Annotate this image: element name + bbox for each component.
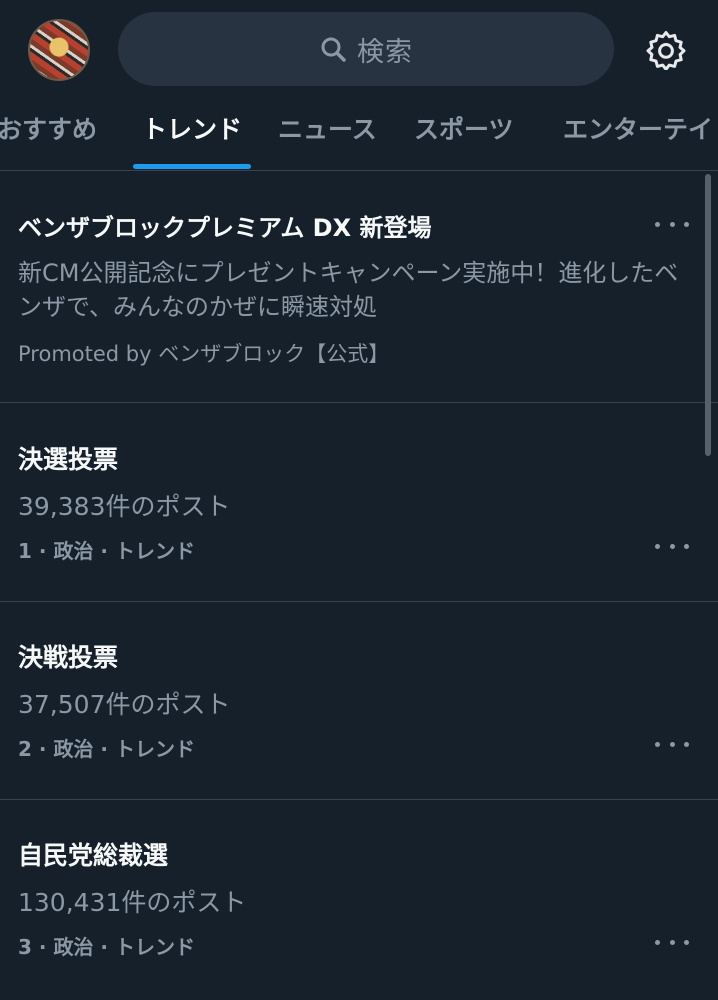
more-options-icon[interactable] <box>655 216 689 232</box>
trend-item[interactable]: 決戦投票 37,507件のポスト 2 · 政治 · トレンド <box>0 602 718 800</box>
profile-avatar[interactable] <box>28 19 90 81</box>
active-tab-indicator <box>133 164 251 169</box>
explore-tabs: おすすめ トレンド ニュース スポーツ エンターテイ <box>0 96 718 171</box>
trend-list: ベンザブロックプレミアム DX 新登場 新CM公開記念にプレゼントキャンペーン実… <box>0 172 718 1000</box>
promoted-title: ベンザブロックプレミアム DX 新登場 <box>18 214 432 242</box>
tab-news[interactable]: ニュース <box>278 110 377 150</box>
tab-sports[interactable]: スポーツ <box>414 110 514 150</box>
more-options-icon[interactable] <box>655 538 689 554</box>
trend-title: 決戦投票 <box>18 643 119 672</box>
gear-icon <box>646 31 686 70</box>
top-header: 検索 <box>0 0 718 96</box>
trend-item[interactable]: 自民党総裁選 130,431件のポスト 3 · 政治 · トレンド <box>0 800 718 998</box>
trend-meta: 2 · 政治 · トレンド <box>18 737 195 761</box>
tab-recommended[interactable]: おすすめ <box>0 110 97 150</box>
promoted-description: 新CM公開記念にプレゼントキャンペーン実施中！進化したベンザで、みんなのかぜに瞬… <box>18 259 679 321</box>
trend-meta: 1 · 政治 · トレンド <box>18 539 195 563</box>
scrollbar[interactable] <box>705 174 711 456</box>
trend-post-count: 130,431件のポスト <box>18 888 247 917</box>
more-options-icon[interactable] <box>655 736 689 752</box>
tab-entertainment[interactable]: エンターテイ <box>563 110 713 150</box>
more-options-icon[interactable] <box>655 934 689 950</box>
trend-meta: 3 · 政治 · トレンド <box>18 935 195 959</box>
trend-title: 決選投票 <box>18 445 119 474</box>
trend-item[interactable]: 決選投票 39,383件のポスト 1 · 政治 · トレンド <box>0 404 718 602</box>
promoted-trend[interactable]: ベンザブロックプレミアム DX 新登場 新CM公開記念にプレゼントキャンペーン実… <box>0 172 718 403</box>
search-icon <box>319 35 347 63</box>
trending-screen: 検索 おすすめ トレンド ニュース スポーツ エンターテイ ベンザブロックプレミ… <box>0 0 718 1000</box>
trend-title: 自民党総裁選 <box>18 841 169 870</box>
promoted-source: Promoted by ベンザブロック【公式】 <box>18 342 390 366</box>
trend-post-count: 37,507件のポスト <box>18 690 231 719</box>
trend-post-count: 39,383件のポスト <box>18 492 231 521</box>
tab-trending[interactable]: トレンド <box>142 110 242 150</box>
search-bar[interactable]: 検索 <box>118 12 614 86</box>
settings-button[interactable] <box>644 27 688 71</box>
search-placeholder: 検索 <box>357 36 413 68</box>
